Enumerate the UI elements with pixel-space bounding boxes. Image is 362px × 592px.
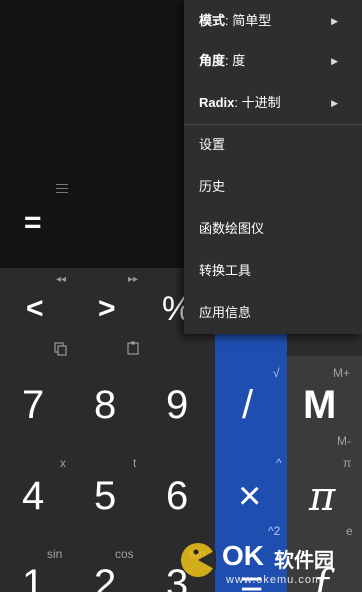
angle-value: : 度: [225, 53, 246, 68]
caret-hint: ^: [276, 456, 282, 470]
menu-item-graphing[interactable]: 函数绘图仪: [184, 208, 362, 250]
display-equals: =: [24, 206, 42, 239]
pacman-logo-icon: [181, 543, 216, 577]
rewind-icon[interactable]: ◂◂: [56, 274, 66, 285]
key-8[interactable]: 8: [94, 383, 116, 428]
watermark-cn: 软件园: [274, 550, 334, 572]
forward-icon[interactable]: ▸▸: [128, 274, 138, 285]
m-minus-hint[interactable]: M-: [337, 434, 351, 448]
watermark-url: www.okemu.com: [226, 574, 323, 586]
cos-hint: cos: [115, 547, 134, 561]
x-hint: x: [60, 456, 66, 470]
mode-value: : 简单型: [225, 13, 272, 28]
overflow-menu: 模式: 简单型 ▶ 角度: 度 ▶ Radix: 十进制 ▶ 设置 历史 函数绘…: [184, 0, 362, 334]
drag-handle-icon[interactable]: [56, 184, 68, 193]
menu-item-angle[interactable]: 角度: 度 ▶: [184, 40, 362, 82]
menu-item-history[interactable]: 历史: [184, 166, 362, 208]
sqrt-hint: √: [273, 366, 280, 380]
submenu-arrow-icon: ▶: [331, 98, 338, 108]
e-hint: e: [346, 524, 353, 538]
t-hint: t: [133, 456, 137, 470]
multiply-button[interactable]: ×: [238, 474, 261, 519]
divide-button[interactable]: /: [242, 383, 253, 428]
copy-icon[interactable]: [54, 342, 68, 356]
paste-icon[interactable]: [126, 341, 140, 355]
memory-button[interactable]: M: [303, 383, 336, 428]
pi-hint: π: [343, 456, 352, 470]
pi-button[interactable]: π: [309, 474, 335, 520]
key-1[interactable]: 1: [22, 562, 44, 592]
menu-item-radix[interactable]: Radix: 十进制 ▶: [184, 82, 362, 124]
menu-item-converter[interactable]: 转换工具: [184, 250, 362, 292]
cursor-left-button[interactable]: <: [26, 292, 44, 326]
submenu-arrow-icon: ▶: [331, 16, 338, 26]
key-9[interactable]: 9: [166, 383, 188, 428]
key-6[interactable]: 6: [166, 474, 188, 519]
angle-label: 角度: [199, 53, 226, 68]
menu-item-settings[interactable]: 设置: [184, 124, 362, 166]
submenu-arrow-icon: ▶: [331, 56, 338, 66]
key-7[interactable]: 7: [22, 383, 44, 428]
square-hint: ^2: [268, 524, 281, 538]
radix-value: : 十进制: [234, 95, 281, 110]
sin-hint: sin: [47, 547, 63, 561]
key-4[interactable]: 4: [22, 474, 44, 519]
watermark: OK 软件园 www.okemu.com: [178, 538, 362, 592]
key-2[interactable]: 2: [94, 562, 116, 592]
cursor-right-button[interactable]: >: [98, 292, 116, 326]
mode-label: 模式: [199, 13, 226, 28]
m-plus-hint[interactable]: M+: [333, 366, 350, 380]
menu-item-app-info[interactable]: 应用信息: [184, 292, 362, 334]
menu-item-mode[interactable]: 模式: 简单型 ▶: [184, 0, 362, 42]
radix-label: Radix: [199, 95, 235, 110]
watermark-brand: OK: [222, 540, 264, 571]
key-5[interactable]: 5: [94, 474, 116, 519]
